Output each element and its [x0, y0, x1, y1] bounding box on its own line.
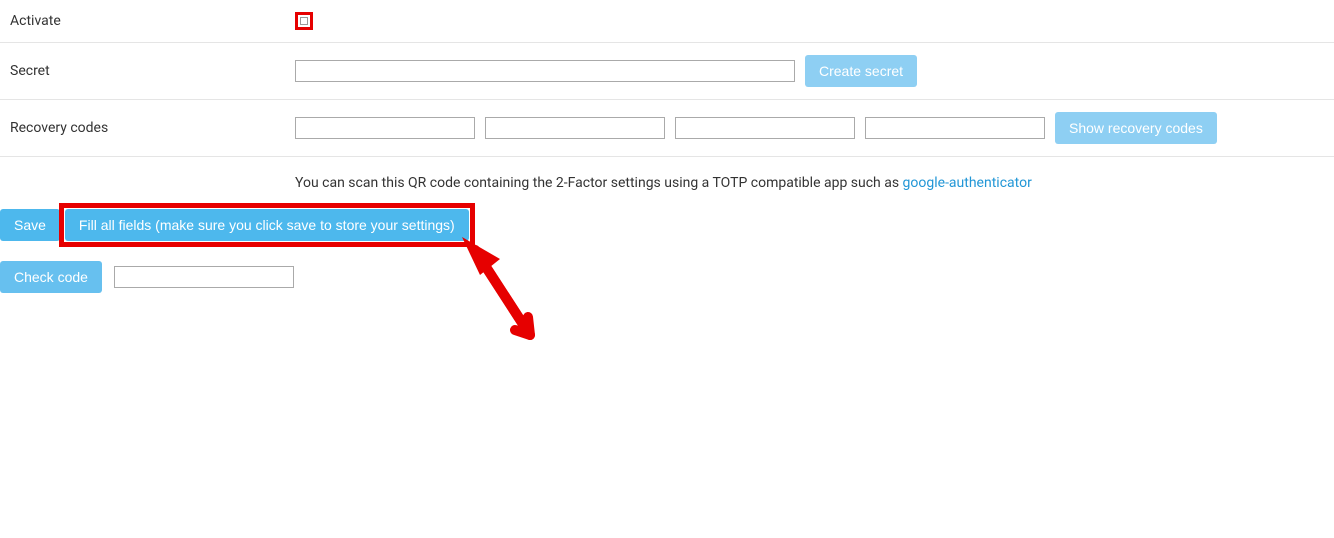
check-row: Check code	[0, 261, 1334, 293]
check-code-button[interactable]: Check code	[0, 261, 102, 293]
activate-checkbox[interactable]	[295, 12, 313, 30]
secret-row: Secret Create secret	[0, 43, 1334, 100]
show-recovery-button[interactable]: Show recovery codes	[1055, 112, 1217, 144]
qr-info-text: You can scan this QR code containing the…	[0, 157, 1334, 209]
activate-row: Activate	[0, 0, 1334, 43]
create-secret-button[interactable]: Create secret	[805, 55, 917, 87]
info-text: You can scan this QR code containing the…	[295, 175, 903, 191]
recovery-input-1[interactable]	[295, 117, 475, 139]
google-authenticator-link[interactable]: google-authenticator	[903, 175, 1032, 191]
recovery-row: Recovery codes Show recovery codes	[0, 100, 1334, 157]
action-row: Save Fill all fields (make sure you clic…	[0, 209, 1334, 241]
save-button[interactable]: Save	[0, 209, 60, 241]
arrow-annotation-icon	[460, 235, 550, 355]
recovery-input-4[interactable]	[865, 117, 1045, 139]
recovery-input-2[interactable]	[485, 117, 665, 139]
activate-label: Activate	[10, 13, 295, 29]
fill-all-fields-button[interactable]: Fill all fields (make sure you click sav…	[65, 209, 469, 241]
secret-input[interactable]	[295, 60, 795, 82]
checkbox-icon	[300, 17, 308, 25]
recovery-input-3[interactable]	[675, 117, 855, 139]
check-code-input[interactable]	[114, 266, 294, 288]
secret-label: Secret	[10, 63, 295, 79]
recovery-label: Recovery codes	[10, 120, 295, 136]
